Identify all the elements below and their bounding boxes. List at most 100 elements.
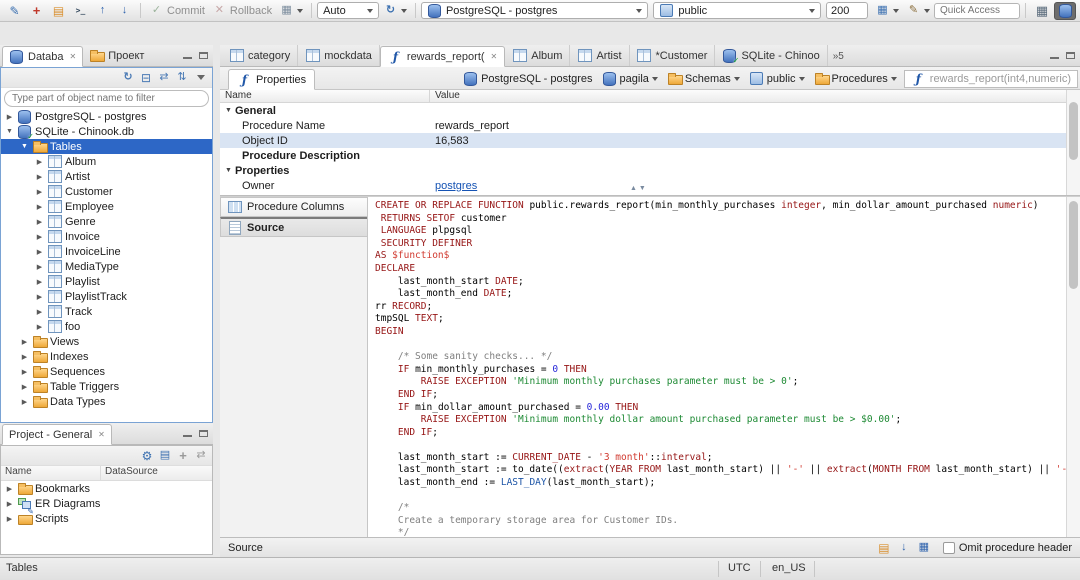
link-with-editor-button[interactable] [155, 69, 173, 86]
autocommit-combo[interactable]: Auto [317, 2, 379, 19]
property-value[interactable]: postgres [430, 180, 1066, 192]
expand-icon[interactable]: ▶ [35, 248, 44, 256]
view-tab-databa[interactable]: Databa ✕ [2, 46, 84, 67]
expand-icon[interactable]: ▶ [20, 383, 29, 391]
subtab-procedure-columns[interactable]: Procedure Columns [220, 197, 367, 217]
column-header-name[interactable]: Name [1, 466, 101, 480]
minimize-icon[interactable] [181, 427, 194, 440]
expand-icon[interactable]: ▶ [5, 485, 14, 493]
open-in-sql-editor-button[interactable] [915, 539, 933, 556]
expand-icon[interactable]: ▶ [35, 188, 44, 196]
expand-icon[interactable]: ▶ [35, 323, 44, 331]
quick-access-input[interactable] [934, 2, 1020, 19]
breadcrumb-procedures[interactable]: Procedures [810, 69, 901, 88]
status-timezone[interactable]: UTC [728, 562, 751, 574]
minimize-icon[interactable] [181, 49, 194, 62]
transaction-mode-button[interactable] [276, 2, 306, 20]
expand-icon[interactable]: ▶ [35, 218, 44, 226]
breadcrumb-schemas[interactable]: Schemas [663, 69, 744, 88]
tree-item-views[interactable]: ▶ Views [1, 334, 212, 349]
property-row-properties[interactable]: ▼ Properties [220, 163, 1066, 178]
tab-properties[interactable]: Properties [228, 69, 316, 90]
editor-tab-album[interactable]: Album [505, 45, 571, 66]
sash-handle-icon[interactable]: ▲▼ [630, 185, 648, 192]
collapse-icon[interactable]: ▼ [224, 107, 233, 114]
tree-item-data-types[interactable]: ▶ Data Types [1, 394, 212, 409]
properties-scrollbar[interactable] [1066, 90, 1080, 195]
save-sql-script-button[interactable] [114, 2, 135, 20]
sql-editor-button[interactable] [4, 2, 25, 20]
omit-procedure-header-checkbox[interactable] [942, 541, 955, 554]
expand-icon[interactable]: ▶ [35, 293, 44, 301]
tree-item-tables[interactable]: ▼ Tables [1, 139, 212, 154]
property-row-object-id[interactable]: Object ID 16,583 [220, 133, 1066, 148]
expand-icon[interactable]: ▶ [35, 173, 44, 181]
editor-tab-artist[interactable]: Artist [570, 45, 630, 66]
scrollbar-thumb[interactable] [1069, 102, 1078, 160]
maximize-icon[interactable] [1064, 49, 1077, 62]
column-header-datasource[interactable]: DataSource [101, 466, 212, 480]
close-tab-icon[interactable]: ✕ [69, 52, 76, 61]
rollback-button[interactable]: Rollback [209, 2, 275, 20]
new-sql-editor-button[interactable] [26, 2, 47, 20]
minimize-icon[interactable] [1048, 49, 1061, 62]
breadcrumb-postgresql-postgres[interactable]: PostgreSQL - postgres [459, 69, 596, 88]
expand-icon[interactable]: ▶ [5, 500, 14, 508]
expand-icon[interactable]: ▶ [35, 233, 44, 241]
results-panel-button[interactable] [872, 2, 902, 20]
project-item-bookmarks[interactable]: ▶ Bookmarks [1, 481, 212, 496]
editor-tab-rewards-report[interactable]: rewards_report(✕ [379, 46, 506, 67]
collapse-icon[interactable]: ▼ [20, 143, 29, 150]
editor-tab-mockdata[interactable]: mockdata [298, 45, 380, 66]
expand-icon[interactable]: ▶ [35, 308, 44, 316]
maximize-icon[interactable] [197, 427, 210, 440]
tab-overflow-indicator[interactable]: »5 [833, 51, 844, 62]
editor-tab-sqlite-chinoo[interactable]: SQLite - Chinoo [715, 45, 828, 66]
tree-item-album[interactable]: ▶ Album [1, 154, 212, 169]
object-filter-input[interactable] [4, 90, 209, 107]
save-to-file-button[interactable] [895, 539, 913, 556]
perspective-dbeaver-button[interactable] [1054, 1, 1076, 20]
close-tab-icon[interactable]: ✕ [491, 52, 498, 61]
breadcrumb-public[interactable]: public [745, 69, 809, 88]
perspective-general-button[interactable] [1031, 2, 1053, 20]
auto-refresh-button[interactable] [380, 2, 410, 20]
tree-item-postgresql-postgres[interactable]: ▶ PostgreSQL - postgres [1, 109, 212, 124]
expand-icon[interactable]: ▶ [5, 515, 14, 523]
grid-column-name[interactable]: Name [220, 90, 430, 102]
commit-button[interactable]: Commit [146, 2, 208, 20]
tree-item-playlist[interactable]: ▶ Playlist [1, 274, 212, 289]
collapse-icon[interactable]: ▼ [224, 167, 233, 174]
project-item-scripts[interactable]: ▶ Scripts [1, 508, 212, 526]
breadcrumb-pagila[interactable]: pagila [598, 69, 662, 88]
expand-icon[interactable]: ▶ [35, 263, 44, 271]
editor-tab-category[interactable]: category [222, 45, 299, 66]
maximize-icon[interactable] [197, 49, 210, 62]
tree-item-employee[interactable]: ▶ Employee [1, 199, 212, 214]
load-sql-script-button[interactable] [92, 2, 113, 20]
tree-item-table-triggers[interactable]: ▶ Table Triggers [1, 379, 212, 394]
expand-icon[interactable]: ▶ [20, 398, 29, 406]
tree-item-sequences[interactable]: ▶ Sequences [1, 364, 212, 379]
bottom-tab-source[interactable]: Source [228, 542, 263, 554]
tree-item-customer[interactable]: ▶ Customer [1, 184, 212, 199]
tree-item-artist[interactable]: ▶ Artist [1, 169, 212, 184]
tree-item-indexes[interactable]: ▶ Indexes [1, 349, 212, 364]
open-sql-script-button[interactable] [48, 2, 69, 20]
source-code-viewer[interactable]: CREATE OR REPLACE FUNCTION public.reward… [368, 197, 1066, 537]
layers-button[interactable] [156, 447, 174, 464]
tree-item-mediatype[interactable]: ▶ MediaType [1, 259, 212, 274]
expand-icon[interactable]: ▶ [35, 278, 44, 286]
tree-item-playlisttrack[interactable]: ▶ PlaylistTrack [1, 289, 212, 304]
tree-item-invoiceline[interactable]: ▶ InvoiceLine [1, 244, 212, 259]
collapse-icon[interactable]: ▼ [5, 128, 14, 135]
expand-icon[interactable]: ▶ [20, 338, 29, 346]
editor-tab-customer[interactable]: *Customer [630, 45, 716, 66]
tree-item-genre[interactable]: ▶ Genre [1, 214, 212, 229]
tree-item-invoice[interactable]: ▶ Invoice [1, 229, 212, 244]
tree-item-foo[interactable]: ▶ foo [1, 319, 212, 334]
sql-console-button[interactable] [70, 2, 91, 20]
property-row-procedure-name[interactable]: Procedure Name rewards_report [220, 118, 1066, 133]
close-tab-icon[interactable]: ✕ [98, 430, 105, 439]
collapse-all-button[interactable] [137, 69, 155, 86]
